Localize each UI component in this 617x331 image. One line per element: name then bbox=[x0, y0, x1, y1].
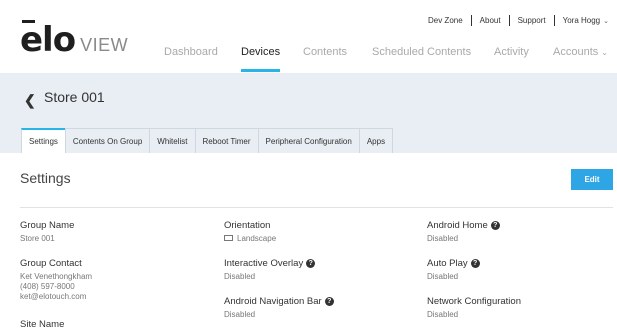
field-orientation: Orientation Landscape bbox=[224, 220, 276, 244]
field-auto-play: Auto Play? Disabled bbox=[427, 258, 480, 282]
nav-contents[interactable]: Contents bbox=[303, 46, 347, 58]
chevron-down-icon: ⌄ bbox=[603, 18, 609, 25]
field-label-row: Android Home? bbox=[427, 220, 500, 231]
section-title: Settings bbox=[20, 170, 71, 186]
top-header: elo VIEW Dev Zone About Support Yora Hog… bbox=[0, 0, 617, 73]
tab-settings[interactable]: Settings bbox=[21, 128, 65, 153]
field-label-row: Interactive Overlay? bbox=[224, 258, 316, 269]
utility-links: Dev Zone About Support Yora Hogg ⌄ bbox=[428, 15, 609, 26]
user-name: Yora Hogg bbox=[562, 16, 601, 25]
field-label: Site Name bbox=[20, 319, 65, 330]
orientation-value: Landscape bbox=[237, 234, 277, 243]
user-menu[interactable]: Yora Hogg ⌄ bbox=[563, 16, 609, 25]
field-value: Disabled bbox=[427, 234, 459, 243]
tab-whitelist[interactable]: Whitelist bbox=[149, 128, 195, 153]
tab-contents-on-group[interactable]: Contents On Group bbox=[64, 128, 150, 153]
group-tabs: Settings Contents On Group Whitelist Reb… bbox=[21, 128, 394, 153]
help-icon[interactable]: ? bbox=[470, 259, 480, 268]
field-label: Orientation bbox=[224, 220, 271, 231]
field-value: Disabled bbox=[427, 310, 459, 319]
page-title: Store 001 bbox=[44, 89, 105, 105]
section-divider bbox=[20, 207, 613, 208]
field-value: Store 001 bbox=[20, 234, 55, 243]
field-value: Landscape bbox=[224, 234, 276, 244]
nav-dashboard[interactable]: Dashboard bbox=[164, 46, 218, 58]
contact-email: ket@elotouch.com bbox=[20, 292, 87, 301]
about-link[interactable]: About bbox=[480, 16, 501, 25]
field-label: Android Navigation Bar bbox=[224, 296, 322, 307]
field-group-contact: Group Contact Ket Venethongkham (408) 59… bbox=[20, 258, 92, 302]
field-network-configuration: Network Configuration Disabled bbox=[427, 296, 521, 320]
field-label-row: Auto Play? bbox=[427, 258, 480, 269]
field-android-navigation-bar: Android Navigation Bar? Disabled bbox=[224, 296, 334, 320]
field-value: Disabled bbox=[427, 272, 459, 281]
nav-accounts-label: Accounts bbox=[553, 46, 599, 58]
field-label: Group Contact bbox=[20, 258, 82, 269]
field-interactive-overlay: Interactive Overlay? Disabled bbox=[224, 258, 316, 282]
support-link[interactable]: Support bbox=[518, 16, 546, 25]
field-label: Interactive Overlay bbox=[224, 258, 304, 269]
dev-zone-link[interactable]: Dev Zone bbox=[428, 16, 463, 25]
field-android-home: Android Home? Disabled bbox=[427, 220, 500, 244]
landscape-icon bbox=[224, 235, 233, 241]
contact-phone: (408) 597-8000 bbox=[20, 282, 75, 291]
help-icon[interactable]: ? bbox=[324, 297, 334, 306]
tab-apps[interactable]: Apps bbox=[358, 128, 394, 153]
field-label: Group Name bbox=[20, 220, 75, 231]
help-icon[interactable]: ? bbox=[490, 221, 500, 230]
main-nav: Dashboard Devices Contents Scheduled Con… bbox=[0, 46, 617, 72]
edit-button[interactable]: Edit bbox=[571, 169, 613, 190]
chevron-down-icon: ⌄ bbox=[601, 48, 608, 57]
field-label: Android Home bbox=[427, 220, 488, 231]
nav-activity[interactable]: Activity bbox=[494, 46, 529, 58]
nav-accounts[interactable]: Accounts ⌄ bbox=[553, 46, 608, 58]
field-label: Auto Play bbox=[427, 258, 468, 269]
nav-scheduled-contents[interactable]: Scheduled Contents bbox=[372, 46, 471, 58]
nav-devices[interactable]: Devices bbox=[241, 46, 281, 72]
tab-peripheral-configuration[interactable]: Peripheral Configuration bbox=[257, 128, 359, 153]
divider bbox=[553, 15, 555, 26]
tab-reboot-timer[interactable]: Reboot Timer bbox=[194, 128, 258, 153]
field-value: Disabled bbox=[224, 310, 256, 319]
contact-name: Ket Venethongkham bbox=[20, 272, 93, 281]
field-site-name: Site Name bbox=[20, 319, 64, 330]
field-label-row: Android Navigation Bar? bbox=[224, 296, 334, 307]
help-icon[interactable]: ? bbox=[306, 259, 316, 268]
back-arrow-icon[interactable]: ❮ bbox=[24, 92, 36, 109]
field-value: Disabled bbox=[224, 272, 256, 281]
field-group-name: Group Name Store 001 bbox=[20, 220, 74, 244]
divider bbox=[470, 15, 472, 26]
divider bbox=[508, 15, 510, 26]
field-label: Network Configuration bbox=[427, 296, 521, 307]
